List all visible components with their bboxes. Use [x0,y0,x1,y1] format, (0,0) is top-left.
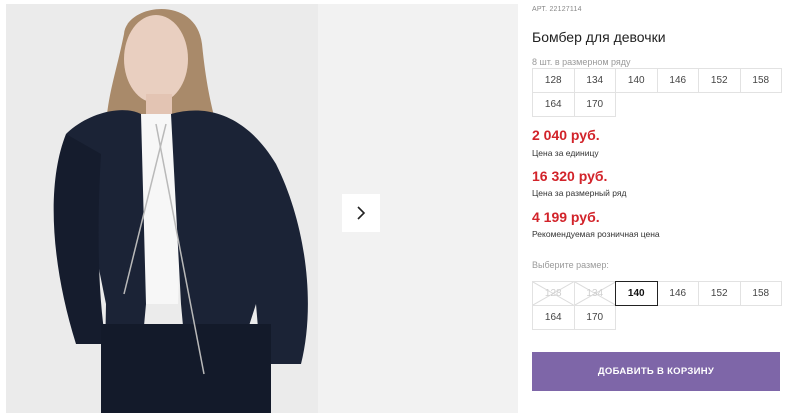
pack-size-cell: 128 [532,68,575,93]
pack-size-cell: 158 [739,68,782,93]
pack-price: 16 320 руб. [532,168,608,184]
size-option-label: 170 [586,312,604,323]
pack-size-cell: 152 [698,68,741,93]
size-option-label: 128 [544,288,562,299]
pack-price-note: Цена за размерный ряд [532,188,627,198]
size-option-label: 146 [669,288,687,299]
retail-price-note: Рекомендуемая розничная цена [532,229,660,239]
pack-size-cell: 134 [573,68,616,93]
product-info-panel: АРТ. 22127114 Бомбер для девочки 8 шт. в… [532,0,794,413]
product-title: Бомбер для девочки [532,29,666,45]
size-option-140[interactable]: 140 [615,281,658,306]
size-option-label: 158 [752,288,770,299]
size-option-158[interactable]: 158 [739,281,782,306]
pack-note: 8 шт. в размерном ряду [532,57,631,67]
size-option-label: 140 [627,288,645,299]
gallery-next-button[interactable] [342,194,380,232]
chevron-right-icon [357,206,366,220]
article-number: АРТ. 22127114 [532,6,582,13]
pack-size-cell: 164 [532,92,575,117]
size-option-label: 134 [586,288,604,299]
size-select-grid: 128 134 140 146 152 158 164 170 [532,281,782,330]
product-gallery [6,4,518,413]
size-option-label: 152 [710,288,728,299]
article-value: 22127114 [549,6,582,13]
pack-size-cell: 140 [615,68,658,93]
pack-size-grid: 128 134 140 146 152 158 164 170 [532,68,782,117]
size-option-152[interactable]: 152 [698,281,741,306]
article-label: АРТ. [532,6,548,13]
pack-size-cell: 146 [656,68,699,93]
size-option-128: 128 [532,281,575,306]
pack-size-cell: 170 [573,92,616,117]
size-select-label: Выберите размер: [532,260,609,270]
size-option-164[interactable]: 164 [532,305,575,330]
size-option-170[interactable]: 170 [573,305,616,330]
add-to-cart-button[interactable]: ДОБАВИТЬ В КОРЗИНУ [532,352,780,391]
size-option-label: 164 [544,312,562,323]
retail-price: 4 199 руб. [532,209,600,225]
size-option-146[interactable]: 146 [656,281,699,306]
unit-price: 2 040 руб. [532,127,600,143]
size-option-134: 134 [573,281,616,306]
unit-price-note: Цена за единицу [532,148,599,158]
